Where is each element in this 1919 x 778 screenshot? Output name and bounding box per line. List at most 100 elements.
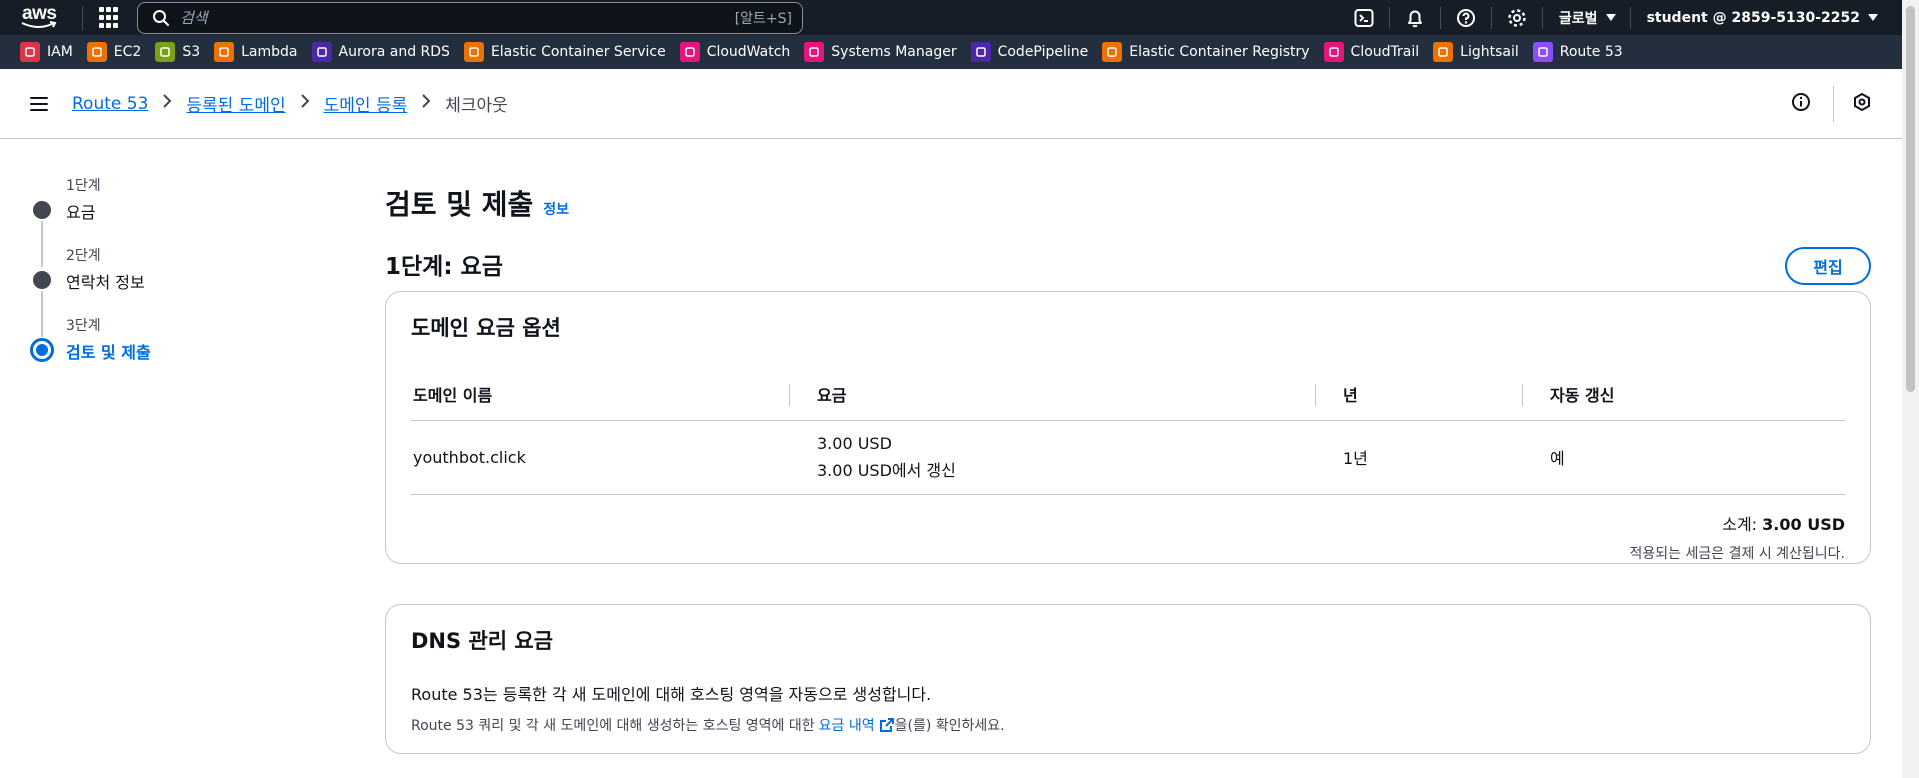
favorite-iam[interactable]: IAM — [20, 42, 73, 62]
scrollbar-thumb[interactable] — [1906, 6, 1915, 392]
search-icon — [153, 9, 169, 26]
favorite-ec2[interactable]: EC2 — [86, 42, 142, 62]
subtotal-label: 소계: — [1722, 514, 1758, 534]
top-navigation: aws 검색 [알트+S] 글로벌 student @ 2859-5130-22… — [0, 0, 1902, 35]
subtotal: 소계: 3.00 USD — [411, 511, 1845, 535]
favorite-route53[interactable]: Route 53 — [1532, 42, 1623, 62]
step-indicator-active — [30, 338, 54, 362]
domain-fee-card: 도메인 요금 옵션 도메인 이름 요금 년 자동 갱신 youthbot.cli… — [385, 291, 1871, 564]
aws-logo[interactable]: aws — [20, 3, 64, 33]
services-menu-icon[interactable] — [99, 6, 121, 29]
price-cell: 3.00 USD 3.00 USD에서 갱신 — [791, 420, 1317, 495]
favorite-lightsail[interactable]: Lightsail — [1433, 42, 1519, 62]
step-number: 3단계 — [66, 318, 101, 334]
favorite-label: IAM — [47, 44, 73, 60]
column-header: 년 — [1315, 368, 1524, 421]
scrollbar[interactable] — [1902, 0, 1919, 778]
note-text: Route 53 쿼리 및 각 새 도메인에 대해 생성하는 호스팅 영역에 대… — [411, 718, 815, 734]
page-title-text: 검토 및 제출 — [385, 188, 534, 221]
favorite-label: Systems Manager — [831, 44, 957, 60]
pricing-link[interactable]: 요금 내역 — [819, 715, 875, 735]
settings-icon[interactable] — [1506, 7, 1528, 29]
note-text-after: 을(를) 확인하세요. — [894, 718, 1005, 734]
help-icon[interactable] — [1455, 7, 1477, 29]
favorites-bar: IAM EC2 S3 Lambda Aurora and RDS Elastic Cont… — [0, 35, 1902, 69]
region-selector[interactable]: 글로벌 — [1559, 8, 1616, 28]
favorite-cloudtrail[interactable]: CloudTrail — [1323, 42, 1420, 62]
bell-icon[interactable] — [1404, 7, 1426, 29]
caret-down-icon — [1605, 14, 1616, 21]
favorite-label: CloudTrail — [1350, 44, 1420, 60]
divider — [82, 5, 83, 30]
renew-price: 3.00 USD에서 갱신 — [817, 460, 956, 480]
dns-description: Route 53는 등록한 각 새 도메인에 대해 호스팅 영역을 자동으로 생… — [411, 685, 932, 704]
favorite-label: EC2 — [113, 44, 142, 60]
lightsail-icon — [1433, 42, 1454, 62]
section-header: 1단계: 요금 편집 — [385, 245, 1871, 285]
cloudwatch-icon — [679, 42, 700, 62]
favorite-rds[interactable]: Aurora and RDS — [311, 42, 450, 62]
favorite-label: Elastic Container Service — [490, 44, 666, 60]
favorite-cloudwatch[interactable]: CloudWatch — [679, 42, 791, 62]
search-input[interactable]: 검색 [알트+S] — [137, 1, 803, 34]
card-title: DNS 관리 요금 — [411, 629, 554, 653]
favorite-ssm[interactable]: Systems Manager — [804, 42, 957, 62]
cloudtrail-icon — [1323, 42, 1344, 62]
breadcrumb-register-domain[interactable]: 도메인 등록 — [324, 91, 408, 116]
chevron-right-icon — [421, 93, 431, 114]
favorite-label: Route 53 — [1559, 44, 1623, 60]
step-label: 연락처 정보 — [66, 273, 145, 292]
favorite-lambda[interactable]: Lambda — [214, 42, 298, 62]
subtotal-value: 3.00 USD — [1762, 514, 1845, 534]
favorite-label: S3 — [182, 44, 201, 60]
step-indicator — [33, 201, 51, 219]
chevron-right-icon — [300, 93, 310, 114]
auto-renew-cell: 예 — [1524, 420, 1845, 495]
favorite-s3[interactable]: S3 — [155, 42, 200, 62]
card-title: 도메인 요금 옵션 — [411, 316, 561, 340]
wizard-step-2[interactable]: 2단계 연락처 정보 — [28, 245, 278, 337]
favorite-label: CloudWatch — [706, 44, 791, 60]
tax-note: 적용되는 세금은 결제 시 계산됩니다. — [1629, 545, 1845, 562]
breadcrumb-bar: Route 53 등록된 도메인 도메인 등록 체크아웃 — [0, 69, 1902, 139]
favorite-codepipeline[interactable]: CodePipeline — [970, 42, 1089, 62]
hexagon-settings-icon[interactable] — [1852, 92, 1872, 116]
ec2-icon — [86, 42, 107, 62]
breadcrumb-registered-domains[interactable]: 등록된 도메인 — [186, 91, 285, 116]
favorite-label: Aurora and RDS — [338, 44, 450, 60]
cloudshell-icon[interactable] — [1353, 7, 1375, 29]
info-circle-icon[interactable] — [1791, 92, 1811, 116]
favorite-ecr[interactable]: Elastic Container Registry — [1102, 42, 1310, 62]
step-number: 2단계 — [66, 248, 101, 264]
breadcrumb-route53[interactable]: Route 53 — [72, 94, 148, 114]
ssm-icon — [804, 42, 825, 62]
search-shortcut: [알트+S] — [734, 10, 792, 27]
column-header: 도메인 이름 — [411, 368, 791, 421]
breadcrumb: Route 53 등록된 도메인 도메인 등록 체크아웃 — [72, 91, 508, 117]
edit-button[interactable]: 편집 — [1785, 247, 1871, 285]
favorite-label: Lambda — [241, 44, 298, 60]
caret-down-icon — [1868, 14, 1878, 21]
route53-icon — [1532, 42, 1553, 62]
codepipeline-icon — [970, 42, 991, 62]
rds-icon — [311, 42, 332, 62]
search-placeholder: 검색 — [180, 9, 208, 27]
page-title: 검토 및 제출 정보 — [385, 183, 1871, 223]
wizard-step-1[interactable]: 1단계 요금 — [28, 175, 278, 267]
wizard-step-3: 3단계 검토 및 제출 — [28, 315, 278, 385]
column-header: 자동 갱신 — [1522, 368, 1845, 421]
chevron-right-icon — [162, 93, 172, 114]
wizard-steps: 1단계 요금 2단계 연락처 정보 3단계 검토 및 제출 — [28, 175, 278, 385]
account-label: student @ 2859-5130-2252 — [1646, 9, 1860, 26]
table-row: youthbot.click 3.00 USD 3.00 USD에서 갱신 1년… — [411, 420, 1845, 495]
dns-note: Route 53 쿼리 및 각 새 도메인에 대해 생성하는 호스팅 영역에 대… — [411, 715, 1845, 735]
favorite-label: CodePipeline — [997, 44, 1089, 60]
menu-icon[interactable] — [30, 96, 48, 111]
info-link[interactable]: 정보 — [543, 199, 569, 219]
external-link-icon[interactable] — [879, 717, 895, 733]
account-menu[interactable]: student @ 2859-5130-2252 — [1647, 10, 1878, 26]
step-label: 요금 — [66, 203, 96, 222]
favorite-ecs[interactable]: Elastic Container Service — [463, 42, 666, 62]
section-title: 1단계: 요금 — [385, 254, 503, 280]
main-content: 검토 및 제출 정보 1단계: 요금 편집 도메인 요금 옵션 도메인 이름 요… — [385, 183, 1871, 754]
